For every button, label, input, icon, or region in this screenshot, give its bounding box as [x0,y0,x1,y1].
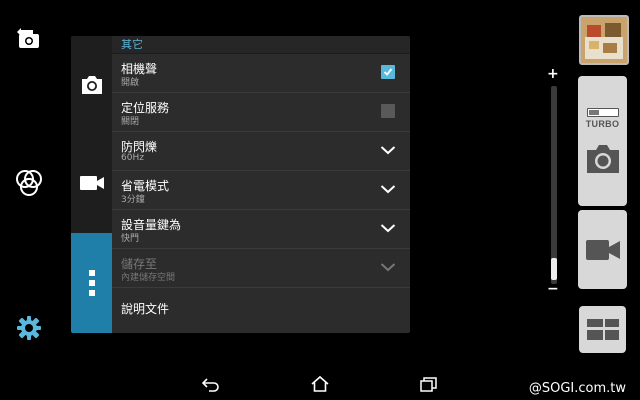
setting-value: 3分鐘 [121,195,145,205]
zoom-slider[interactable] [551,86,557,284]
setting-title: 說明文件 [121,302,170,316]
right-control-column: TURBO [578,76,627,344]
setting-value: 快門 [121,234,140,244]
recents-icon[interactable] [418,374,440,394]
chevron-down-icon [380,259,396,275]
setting-value: 60Hz [121,153,144,163]
more-tab-icon[interactable] [71,233,112,333]
turbo-label: TURBO [585,118,620,129]
video-camera-icon [585,239,620,260]
switch-camera-icon[interactable] [12,21,46,55]
settings-list: 其它 相機聲 開啟 定位服務 關閉 防閃爍 60Hz 省電模式 3分鐘 設音量鍵… [112,36,410,333]
grid-mode-icon [586,318,619,340]
setting-location-service[interactable]: 定位服務 關閉 [112,93,410,132]
home-icon[interactable] [309,374,331,394]
chevron-down-icon[interactable] [380,142,396,158]
setting-anti-flicker[interactable]: 防閃爍 60Hz [112,132,410,171]
settings-icon[interactable] [12,311,46,345]
camera-shutter-icon [586,144,619,173]
effects-icon[interactable] [12,166,46,200]
setting-volume-key[interactable]: 設音量鍵為 快門 [112,210,410,249]
back-icon[interactable] [200,374,222,394]
setting-storage-location: 儲存至 內建儲存空間 [112,249,410,288]
settings-panel: 其它 相機聲 開啟 定位服務 關閉 防閃爍 60Hz 省電模式 3分鐘 設音量鍵… [71,36,410,333]
zoom-out-icon[interactable]: − [547,281,559,297]
turbo-shutter-button[interactable]: TURBO [578,76,627,206]
setting-value: 開啟 [121,78,140,88]
setting-power-saving[interactable]: 省電模式 3分鐘 [112,171,410,210]
setting-help-docs[interactable]: 說明文件 [112,288,410,326]
setting-value: 關閉 [121,117,140,127]
watermark: @SOGI.com.tw [528,381,626,396]
zoom-slider-thumb[interactable] [551,258,557,280]
gallery-thumbnail[interactable] [579,15,629,65]
mode-grid-button[interactable] [579,306,626,353]
section-header-other: 其它 [112,36,410,54]
setting-shutter-sound[interactable]: 相機聲 開啟 [112,54,410,93]
checkbox-checked-icon[interactable] [380,64,396,80]
chevron-down-icon[interactable] [380,220,396,236]
video-record-button[interactable] [578,210,627,289]
zoom-in-icon[interactable]: + [547,66,559,82]
turbo-toggle-icon[interactable] [586,107,619,117]
settings-tab-rail [71,36,112,333]
chevron-down-icon[interactable] [380,181,396,197]
checkbox-unchecked-icon[interactable] [380,103,396,119]
camera-tab-icon[interactable] [71,66,112,104]
video-tab-icon[interactable] [71,164,112,202]
setting-value: 內建儲存空間 [121,273,176,283]
